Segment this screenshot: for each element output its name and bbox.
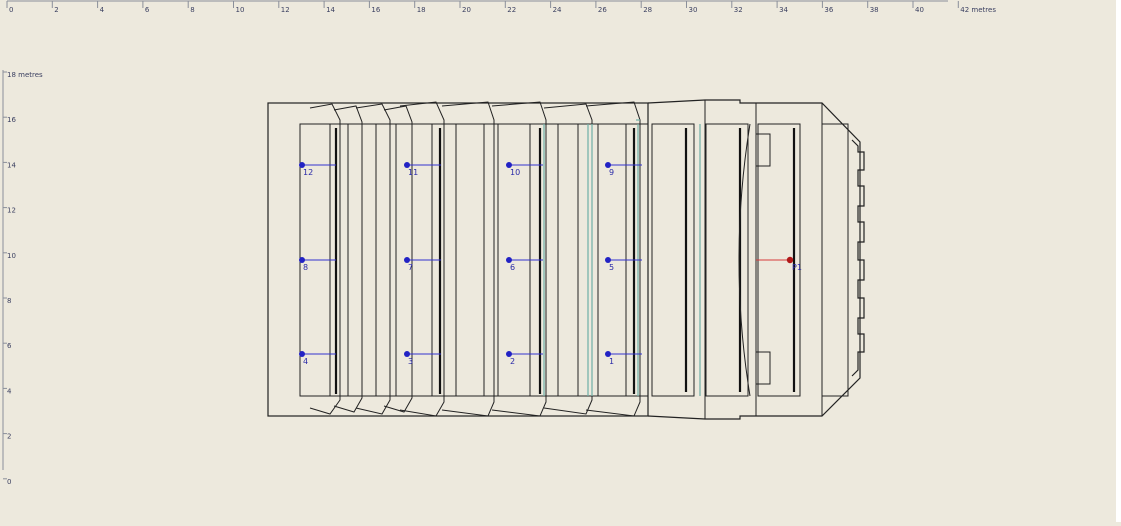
receiver-label: 12 (303, 168, 313, 177)
receiver-label: 1 (609, 357, 614, 366)
y-tick-label: 14 (7, 161, 16, 169)
receiver-10[interactable]: 10 (506, 162, 543, 177)
y-tick-label: 4 (7, 387, 12, 395)
floor-plan-svg: 0 2 4 6 8 10 12 14 16 18 20 22 24 26 28 30 32 34 36 38 40 42 … (2, 0, 1121, 522)
receiver-5[interactable]: 5 (605, 257, 642, 272)
x-tick-label: 40 (915, 6, 924, 14)
x-tick-label: 22 (507, 6, 516, 14)
x-tick-label: 6 (145, 6, 150, 14)
x-tick-label: 4 (100, 6, 105, 14)
x-tick-label: 2 (54, 6, 58, 14)
y-tick-label: 2 (7, 433, 11, 441)
x-tick-label: 32 (734, 6, 743, 14)
bay-3a (491, 101, 547, 417)
stage-outline (647, 99, 861, 420)
x-tick-label: 10 (236, 6, 245, 14)
y-tick-label: 16 (7, 116, 16, 124)
receiver-label: 11 (408, 168, 418, 177)
x-tick-label: 0 (9, 6, 13, 14)
right-edge-strip (1116, 0, 1121, 522)
stage-box-2 (705, 123, 749, 397)
receiver-label: 5 (609, 263, 614, 272)
receiver-label: 6 (510, 263, 515, 272)
receiver-label: 8 (303, 263, 308, 272)
receiver-3[interactable]: 3 (404, 351, 441, 366)
x-tick-label: 16 (371, 6, 380, 14)
receiver-7[interactable]: 7 (404, 257, 441, 272)
bay-4a (585, 101, 641, 417)
receiver-9[interactable]: 9 (605, 162, 642, 177)
receiver-2[interactable]: 2 (506, 351, 543, 366)
x-tick-label: 26 (598, 6, 607, 14)
receiver-label: 2 (510, 357, 515, 366)
bay-3b (543, 103, 593, 415)
x-tick-label: 20 (462, 6, 471, 14)
rear-wall (851, 139, 865, 377)
receiver-label: 3 (408, 357, 413, 366)
x-tick-label: 42 metres (960, 6, 996, 14)
receiver-11[interactable]: 11 (404, 162, 441, 177)
receiver-1[interactable]: 1 (605, 351, 642, 366)
y-tick-label: 10 (7, 252, 16, 260)
y-tick-label: 18 metres (7, 71, 43, 79)
y-ruler: 18 metres 16 14 12 10 8 6 4 2 0 (2, 70, 43, 486)
x-tick-label: 34 (779, 6, 788, 14)
x-tick-label: 12 (281, 6, 290, 14)
bay-1c (355, 103, 391, 415)
x-tick-label: 28 (643, 6, 652, 14)
y-tick-label: 8 (7, 297, 11, 305)
rear-box (821, 123, 849, 397)
drawing-canvas: 0 2 4 6 8 10 12 14 16 18 20 22 24 26 28 30 32 34 36 38 40 42 … (0, 0, 1121, 522)
stage-box-1 (651, 123, 695, 397)
receiver-layer: 12 11 10 9 8 7 6 5 4 3 2 1 (299, 162, 642, 366)
receiver-6[interactable]: 6 (506, 257, 543, 272)
inner-frame (299, 123, 649, 397)
x-tick-label: 14 (326, 6, 335, 14)
receiver-label: 10 (510, 168, 520, 177)
receiver-label: 7 (408, 263, 413, 272)
x-tick-label: 24 (553, 6, 562, 14)
y-tick-label: 0 (7, 478, 11, 486)
seating-bays (309, 101, 641, 417)
x-tick-label: 8 (190, 6, 194, 14)
receiver-label: 9 (609, 168, 614, 177)
x-ruler: 0 2 4 6 8 10 12 14 16 18 20 22 24 26 28 30 32 34 36 38 40 42 … (6, 0, 996, 14)
bay-2b (441, 101, 495, 417)
x-tick-label: 38 (870, 6, 879, 14)
x-tick-label: 18 (417, 6, 426, 14)
y-tick-label: 12 (7, 207, 16, 215)
x-tick-label: 36 (824, 6, 833, 14)
y-tick-label: 6 (7, 342, 12, 350)
receiver-label: 4 (303, 357, 308, 366)
x-tick-label: 30 (689, 6, 698, 14)
source-label: P1 (792, 263, 802, 272)
